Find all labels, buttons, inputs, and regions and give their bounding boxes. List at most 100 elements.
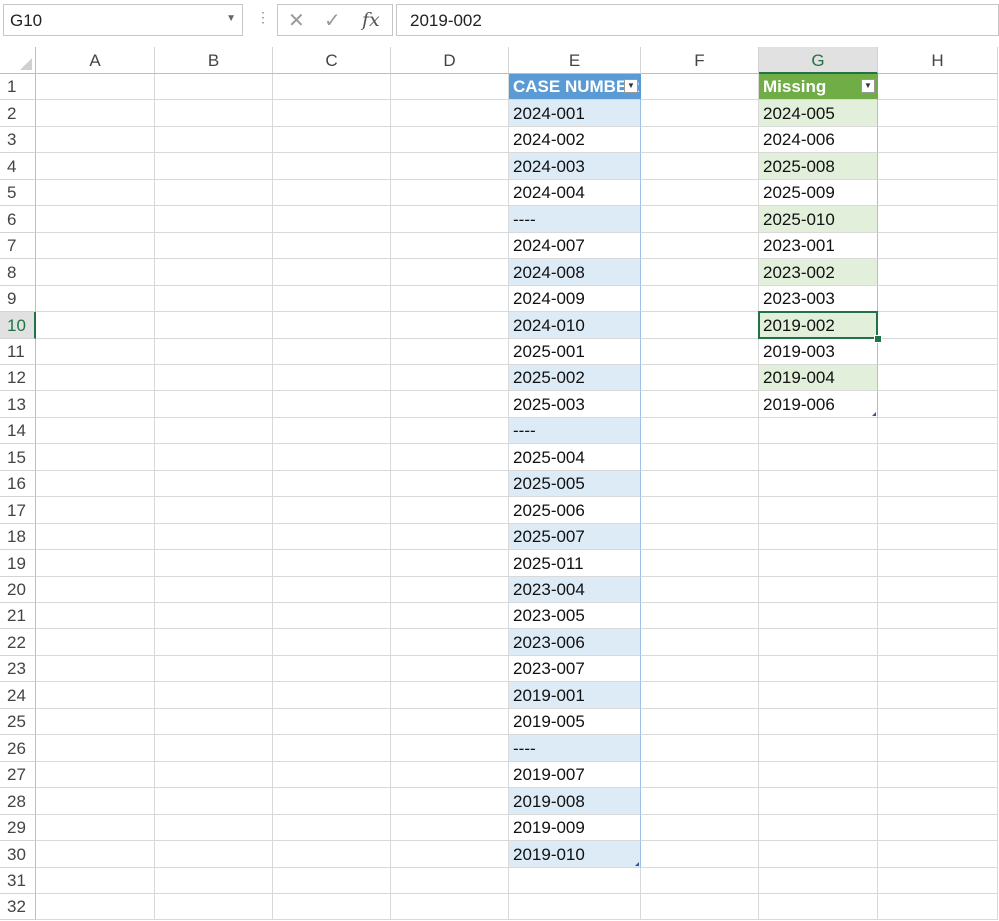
cell-e14[interactable]: ---- [509, 418, 641, 444]
cell-c19[interactable] [273, 550, 391, 577]
cell-f24[interactable] [641, 682, 759, 709]
row-header-11[interactable]: 11 [0, 339, 36, 365]
cell-e6[interactable]: ---- [509, 206, 641, 233]
cell-f2[interactable] [641, 100, 759, 127]
cell-f27[interactable] [641, 762, 759, 788]
cell-e24[interactable]: 2019-001 [509, 682, 641, 709]
cell-h26[interactable] [878, 735, 998, 762]
cell-d13[interactable] [391, 391, 509, 418]
cell-d5[interactable] [391, 180, 509, 206]
cell-h6[interactable] [878, 206, 998, 233]
row-header-25[interactable]: 25 [0, 709, 36, 735]
cell-a13[interactable] [36, 391, 155, 418]
row-header-22[interactable]: 22 [0, 629, 36, 656]
cell-g21[interactable] [759, 603, 878, 629]
cell-a31[interactable] [36, 868, 155, 894]
cell-c15[interactable] [273, 444, 391, 471]
cell-b32[interactable] [155, 894, 273, 920]
cell-a10[interactable] [36, 312, 155, 339]
row-header-31[interactable]: 31 [0, 868, 36, 894]
cell-g16[interactable] [759, 471, 878, 497]
cell-e19[interactable]: 2025-011 [509, 550, 641, 577]
cell-f32[interactable] [641, 894, 759, 920]
cell-f26[interactable] [641, 735, 759, 762]
cell-d10[interactable] [391, 312, 509, 339]
cell-b23[interactable] [155, 656, 273, 682]
cell-g12[interactable]: 2019-004 [759, 365, 878, 391]
row-header-9[interactable]: 9 [0, 286, 36, 312]
cell-a8[interactable] [36, 259, 155, 286]
cell-b22[interactable] [155, 629, 273, 656]
cell-d7[interactable] [391, 233, 509, 259]
row-header-3[interactable]: 3 [0, 127, 36, 153]
cell-f23[interactable] [641, 656, 759, 682]
cell-b7[interactable] [155, 233, 273, 259]
cell-h19[interactable] [878, 550, 998, 577]
cell-c25[interactable] [273, 709, 391, 735]
cell-b19[interactable] [155, 550, 273, 577]
cell-d27[interactable] [391, 762, 509, 788]
cell-h14[interactable] [878, 418, 998, 444]
cell-b27[interactable] [155, 762, 273, 788]
column-header-f[interactable]: F [641, 47, 759, 74]
cell-b1[interactable] [155, 74, 273, 100]
cell-d12[interactable] [391, 365, 509, 391]
column-header-h[interactable]: H [878, 47, 998, 74]
cell-e32[interactable] [509, 894, 641, 920]
cell-g15[interactable] [759, 444, 878, 471]
cell-b31[interactable] [155, 868, 273, 894]
cell-c10[interactable] [273, 312, 391, 339]
cell-f4[interactable] [641, 153, 759, 180]
row-header-27[interactable]: 27 [0, 762, 36, 788]
fill-handle[interactable] [874, 335, 882, 343]
cell-e26[interactable]: ---- [509, 735, 641, 762]
cell-b30[interactable] [155, 841, 273, 868]
cell-b13[interactable] [155, 391, 273, 418]
row-header-1[interactable]: 1 [0, 74, 36, 100]
cell-c27[interactable] [273, 762, 391, 788]
cell-c1[interactable] [273, 74, 391, 100]
cell-e9[interactable]: 2024-009 [509, 286, 641, 312]
cell-d24[interactable] [391, 682, 509, 709]
cell-d2[interactable] [391, 100, 509, 127]
row-header-12[interactable]: 12 [0, 365, 36, 391]
cell-e20[interactable]: 2023-004 [509, 577, 641, 603]
cell-d9[interactable] [391, 286, 509, 312]
cell-e13[interactable]: 2025-003 [509, 391, 641, 418]
cell-a9[interactable] [36, 286, 155, 312]
cell-b3[interactable] [155, 127, 273, 153]
column-header-e[interactable]: E [509, 47, 641, 74]
cell-e28[interactable]: 2019-008 [509, 788, 641, 815]
cell-f9[interactable] [641, 286, 759, 312]
column-header-b[interactable]: B [155, 47, 273, 74]
cell-g7[interactable]: 2023-001 [759, 233, 878, 259]
cell-f31[interactable] [641, 868, 759, 894]
select-all-button[interactable] [0, 47, 36, 74]
cell-e16[interactable]: 2025-005 [509, 471, 641, 497]
cell-g10[interactable]: 2019-002 [759, 312, 878, 339]
cell-e15[interactable]: 2025-004 [509, 444, 641, 471]
cell-f29[interactable] [641, 815, 759, 841]
cell-b26[interactable] [155, 735, 273, 762]
cell-h22[interactable] [878, 629, 998, 656]
cell-d1[interactable] [391, 74, 509, 100]
cell-e29[interactable]: 2019-009 [509, 815, 641, 841]
cell-e12[interactable]: 2025-002 [509, 365, 641, 391]
cell-e5[interactable]: 2024-004 [509, 180, 641, 206]
cell-a18[interactable] [36, 524, 155, 550]
cell-g13[interactable]: 2019-006 [759, 391, 878, 418]
row-header-2[interactable]: 2 [0, 100, 36, 127]
cell-c8[interactable] [273, 259, 391, 286]
cell-c21[interactable] [273, 603, 391, 629]
cell-c29[interactable] [273, 815, 391, 841]
cell-g30[interactable] [759, 841, 878, 868]
cell-g2[interactable]: 2024-005 [759, 100, 878, 127]
cell-f20[interactable] [641, 577, 759, 603]
cell-h27[interactable] [878, 762, 998, 788]
cell-f8[interactable] [641, 259, 759, 286]
cell-b4[interactable] [155, 153, 273, 180]
cell-f5[interactable] [641, 180, 759, 206]
cell-f30[interactable] [641, 841, 759, 868]
cell-a3[interactable] [36, 127, 155, 153]
row-header-8[interactable]: 8 [0, 259, 36, 286]
